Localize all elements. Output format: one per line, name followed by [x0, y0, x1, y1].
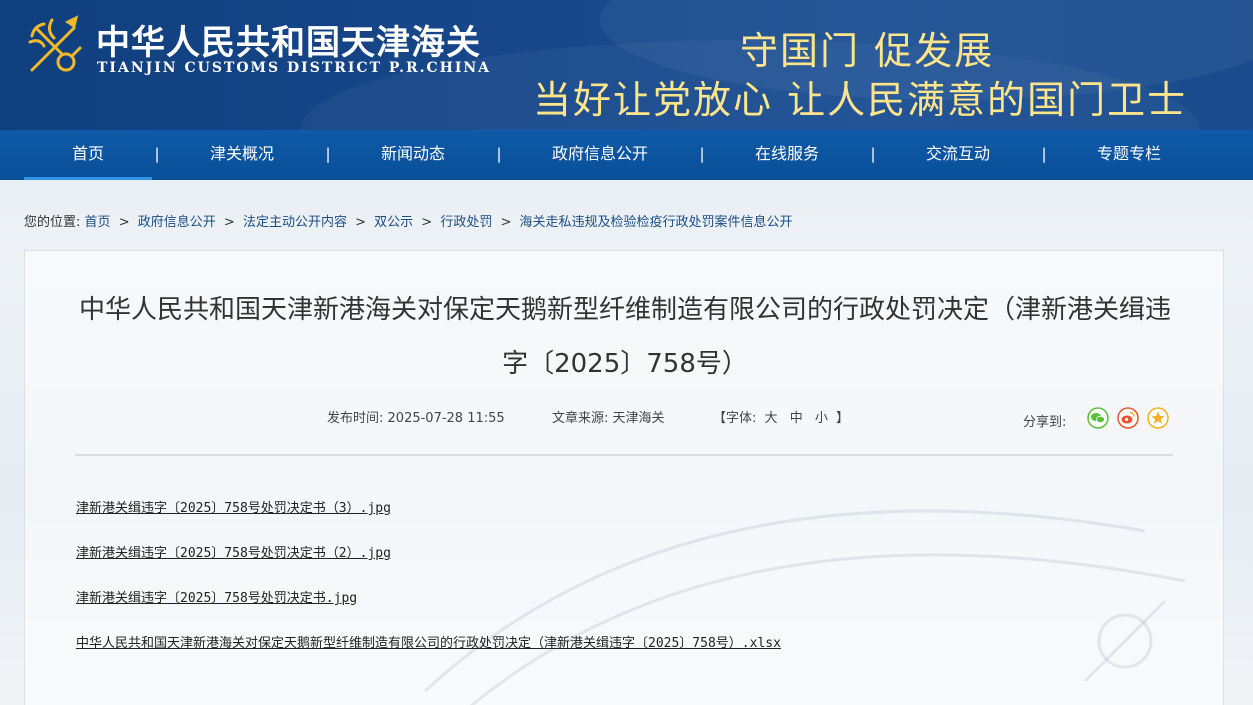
font-size-control: 【字体: 大 中 小 】: [713, 407, 849, 426]
nav-separator: |: [325, 145, 331, 163]
nav-separator: |: [154, 145, 160, 163]
breadcrumb-separator: >: [500, 215, 512, 230]
nav-item-special-topics[interactable]: 专题专栏: [1069, 130, 1189, 180]
article-title: 中华人民共和国天津新港海关对保定天鹅新型纤维制造有限公司的行政处罚决定（津新港关…: [78, 295, 1171, 379]
font-small-button[interactable]: 小: [815, 411, 828, 426]
breadcrumb-home[interactable]: 首页: [85, 215, 111, 230]
publish-time-value: 2025-07-28 11:55: [387, 411, 505, 426]
font-size-close: 】: [836, 411, 850, 426]
attachment-link-1[interactable]: 津新港关缉违字〔2025〕758号处罚决定书（3）.jpg: [76, 497, 391, 516]
slogan-line-1: 守国门 促发展: [740, 29, 995, 73]
breadcrumb-separator: >: [118, 215, 130, 230]
main-nav: 首页 | 津关概况 | 新闻动态 | 政府信息公开 | 在线服务 | 交流互动 …: [0, 130, 1253, 180]
breadcrumb-double-publicity[interactable]: 双公示: [374, 215, 413, 230]
breadcrumb-prefix: 您的位置:: [24, 215, 81, 230]
nav-item-overview[interactable]: 津关概况: [182, 130, 302, 180]
divider: [75, 454, 1173, 456]
breadcrumb-separator: >: [421, 215, 433, 230]
breadcrumb-separator: >: [223, 215, 235, 230]
attachment-link-4[interactable]: 中华人民共和国天津新港海关对保定天鹅新型纤维制造有限公司的行政处罚决定（津新港关…: [76, 632, 781, 651]
article-container: 中华人民共和国天津新港海关对保定天鹅新型纤维制造有限公司的行政处罚决定（津新港关…: [24, 250, 1224, 705]
breadcrumb-case-disclosure[interactable]: 海关走私违规及检验检疫行政处罚案件信息公开: [520, 215, 793, 230]
attachment-link-2[interactable]: 津新港关缉违字〔2025〕758号处罚决定书（2）.jpg: [76, 542, 391, 561]
article-source: 文章来源: 天津海关: [552, 407, 665, 426]
nav-item-gov-info[interactable]: 政府信息公开: [530, 130, 670, 180]
weibo-icon[interactable]: [1117, 407, 1139, 429]
nav-separator: |: [1041, 145, 1047, 163]
breadcrumb: 您的位置: 首页 > 政府信息公开 > 法定主动公开内容 > 双公示 > 行政处…: [24, 211, 793, 230]
font-large-button[interactable]: 大: [765, 411, 778, 426]
breadcrumb-separator: >: [355, 215, 366, 230]
customs-emblem-icon[interactable]: [22, 14, 88, 80]
nav-item-online-service[interactable]: 在线服务: [727, 130, 847, 180]
nav-item-home[interactable]: 首页: [24, 130, 152, 180]
share-label: 分享到:: [1023, 415, 1067, 430]
nav-item-interaction[interactable]: 交流互动: [898, 130, 1018, 180]
site-header: 中华人民共和国天津海关 TIANJIN CUSTOMS DISTRICT P.R…: [0, 0, 1253, 130]
publish-time: 发布时间: 2025-07-28 11:55: [327, 407, 505, 426]
breadcrumb-admin-penalty[interactable]: 行政处罚: [440, 215, 492, 230]
nav-separator: |: [699, 145, 705, 163]
breadcrumb-statutory-content[interactable]: 法定主动公开内容: [243, 215, 347, 230]
favorite-icon[interactable]: [1147, 407, 1169, 429]
publish-time-label: 发布时间:: [327, 411, 384, 426]
nav-separator: |: [870, 145, 876, 163]
source-label: 文章来源:: [552, 411, 609, 426]
wechat-icon[interactable]: [1087, 407, 1109, 429]
attachment-link-3[interactable]: 津新港关缉违字〔2025〕758号处罚决定书.jpg: [76, 587, 357, 606]
slogan-line-2: 当好让党放心 让人民满意的国门卫士: [533, 78, 1188, 122]
nav-item-news[interactable]: 新闻动态: [353, 130, 473, 180]
font-size-label: 【字体:: [713, 411, 757, 426]
breadcrumb-gov-info[interactable]: 政府信息公开: [138, 215, 216, 230]
source-value: 天津海关: [612, 411, 665, 426]
font-medium-button[interactable]: 中: [790, 411, 803, 426]
nav-separator: |: [496, 145, 502, 163]
site-subtitle: TIANJIN CUSTOMS DISTRICT P.R.CHINA: [97, 60, 492, 76]
site-title[interactable]: 中华人民共和国天津海关: [96, 15, 481, 64]
